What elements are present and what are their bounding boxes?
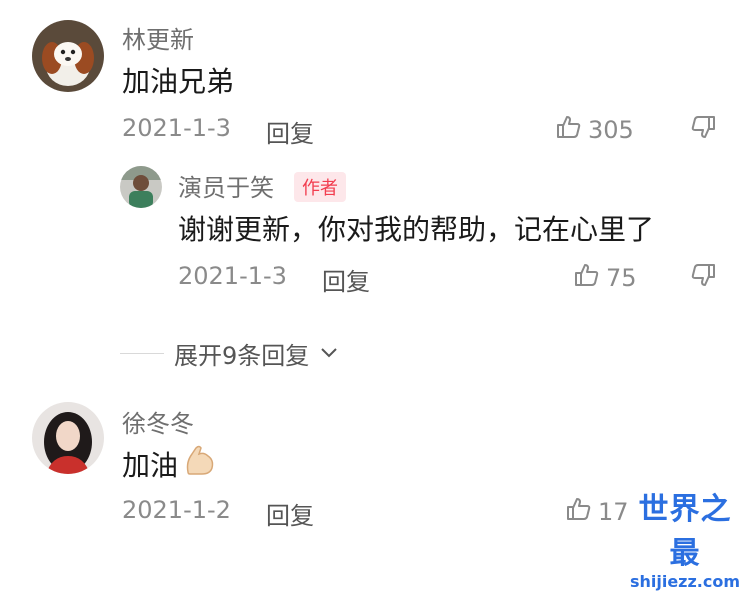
- like-count: 305: [588, 116, 634, 144]
- like-count: 17: [598, 498, 629, 526]
- avatar[interactable]: [120, 166, 162, 208]
- like-count: 75: [606, 264, 637, 292]
- comment-text: 加油兄弟: [122, 65, 235, 98]
- like-button[interactable]: 305: [556, 114, 634, 146]
- avatar[interactable]: [32, 20, 104, 92]
- thumbs-up-icon: [574, 262, 600, 294]
- reply-button[interactable]: 回复: [322, 262, 370, 297]
- avatar[interactable]: [32, 402, 104, 474]
- expand-replies-button[interactable]: 展开9条回复: [120, 336, 339, 371]
- divider: [120, 353, 164, 354]
- flexed-biceps-icon: [182, 442, 218, 482]
- comment-author[interactable]: 林更新: [122, 20, 194, 55]
- chevron-down-icon: [319, 340, 339, 368]
- expand-replies-label: 展开9条回复: [174, 342, 310, 370]
- dislike-button[interactable]: [690, 262, 716, 292]
- reply-button[interactable]: 回复: [266, 114, 314, 149]
- author-badge: 作者: [294, 172, 346, 202]
- reply-date: 2021-1-3: [178, 262, 287, 290]
- watermark-title: 世界之最: [638, 492, 732, 571]
- comment-text: 加油: [122, 449, 179, 482]
- reply-author[interactable]: 演员于笑: [178, 168, 274, 203]
- like-button[interactable]: 17: [566, 496, 629, 528]
- thumbs-down-icon: [690, 116, 716, 144]
- comment-date: 2021-1-2: [122, 496, 231, 524]
- comment-date: 2021-1-3: [122, 114, 231, 142]
- comment-author[interactable]: 徐冬冬: [122, 404, 194, 439]
- thumbs-up-icon: [566, 496, 592, 528]
- watermark-url: shijiezz.com: [629, 572, 741, 591]
- thumbs-down-icon: [690, 264, 716, 292]
- thumbs-up-icon: [556, 114, 582, 146]
- like-button[interactable]: 75: [574, 262, 637, 294]
- reply-button[interactable]: 回复: [266, 496, 314, 531]
- dislike-button[interactable]: [690, 114, 716, 144]
- watermark: 世界之最 shijiezz.com: [626, 484, 744, 591]
- reply-text: 谢谢更新，你对我的帮助，记在心里了: [178, 213, 655, 246]
